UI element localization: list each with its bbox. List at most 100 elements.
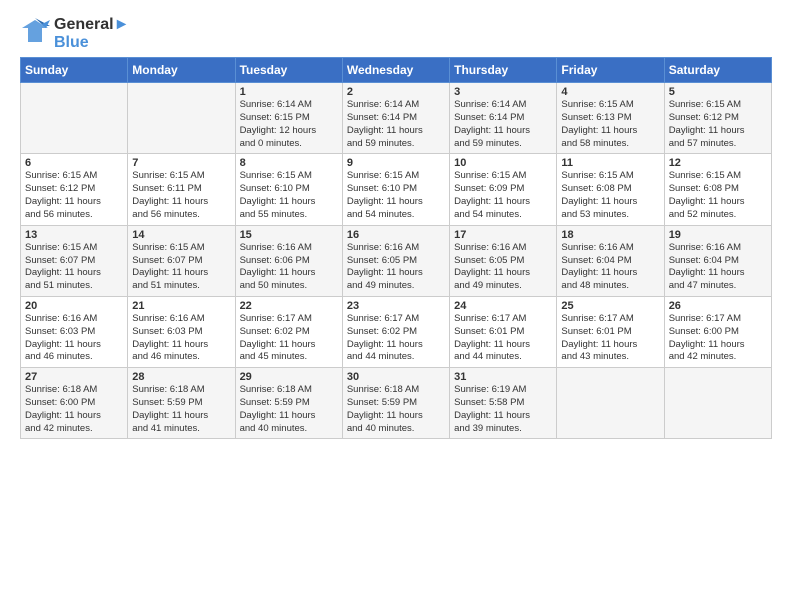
col-header-thursday: Thursday [450, 58, 557, 83]
cell-line: Sunset: 6:10 PM [347, 183, 417, 194]
cell-line: and 53 minutes. [561, 209, 629, 220]
cell-line: Sunrise: 6:19 AM [454, 384, 526, 395]
cell-line: Sunset: 6:02 PM [240, 326, 310, 337]
col-header-tuesday: Tuesday [235, 58, 342, 83]
calendar-cell: 13Sunrise: 6:15 AMSunset: 6:07 PMDayligh… [21, 225, 128, 296]
cell-line: Daylight: 11 hours [240, 267, 316, 278]
cell-line: Sunset: 6:05 PM [454, 255, 524, 266]
logo-bird-icon [20, 16, 50, 51]
calendar-cell: 30Sunrise: 6:18 AMSunset: 5:59 PMDayligh… [342, 368, 449, 439]
cell-line: Sunrise: 6:18 AM [132, 384, 204, 395]
cell-line: Sunset: 6:09 PM [454, 183, 524, 194]
cell-line: Sunset: 6:08 PM [669, 183, 739, 194]
cell-info: Sunrise: 6:15 AM Sunset: 6:08 PM Daylight:… [669, 170, 767, 221]
cell-line: Sunrise: 6:15 AM [561, 99, 633, 110]
day-number: 14 [132, 229, 230, 241]
cell-info: Sunrise: 6:19 AMSunset: 5:58 PMDaylight:… [454, 384, 552, 435]
cell-line: Sunrise: 6:17 AM [454, 313, 526, 324]
cell-line: Sunrise: 6:16 AM [561, 242, 633, 253]
cell-line: Sunrise: 6:14 AM [347, 99, 419, 110]
day-number: 18 [561, 229, 659, 241]
col-header-monday: Monday [128, 58, 235, 83]
calendar-cell [557, 368, 664, 439]
cell-line: Sunrise: 6:15 AM [132, 242, 204, 253]
calendar-cell [128, 83, 235, 154]
calendar-header-row: SundayMondayTuesdayWednesdayThursdayFrid… [21, 58, 772, 83]
cell-line: Daylight: 11 hours [132, 410, 208, 421]
calendar-cell: 31Sunrise: 6:19 AMSunset: 5:58 PMDayligh… [450, 368, 557, 439]
cell-info: Sunrise: 6:16 AMSunset: 6:03 PMDaylight:… [25, 313, 123, 364]
calendar-cell: 20Sunrise: 6:16 AMSunset: 6:03 PMDayligh… [21, 296, 128, 367]
cell-info: Sunrise: 6:15 AMSunset: 6:09 PMDaylight:… [454, 170, 552, 221]
cell-line: Daylight: 11 hours [454, 339, 530, 350]
day-number: 23 [347, 300, 445, 312]
calendar-cell: 22Sunrise: 6:17 AMSunset: 6:02 PMDayligh… [235, 296, 342, 367]
cell-line: Sunset: 6:10 PM [240, 183, 310, 194]
calendar-cell: 18Sunrise: 6:16 AMSunset: 6:04 PMDayligh… [557, 225, 664, 296]
cell-line: Daylight: 11 hours [561, 339, 637, 350]
cell-line: Sunrise: 6:15 AM [347, 170, 419, 181]
cell-line: Daylight: 11 hours [669, 196, 745, 207]
cell-line: Daylight: 11 hours [561, 267, 637, 278]
day-number: 7 [132, 157, 230, 169]
cell-line: Sunset: 5:59 PM [347, 397, 417, 408]
calendar-cell: 4Sunrise: 6:15 AMSunset: 6:13 PMDaylight… [557, 83, 664, 154]
cell-info: Sunrise: 6:18 AMSunset: 5:59 PMDaylight:… [347, 384, 445, 435]
cell-info: Sunrise: 6:15 AMSunset: 6:08 PMDaylight:… [561, 170, 659, 221]
cell-info: Sunrise: 6:15 AMSunset: 6:11 PMDaylight:… [132, 170, 230, 221]
calendar-week-row: 13Sunrise: 6:15 AMSunset: 6:07 PMDayligh… [21, 225, 772, 296]
cell-info: Sunrise: 6:15 AM Sunset: 6:10 PM Daylight:… [240, 170, 338, 221]
cell-line: Daylight: 11 hours [25, 196, 101, 207]
calendar-cell: 26Sunrise: 6:17 AMSunset: 6:00 PMDayligh… [664, 296, 771, 367]
calendar-cell: 6Sunrise: 6:15 AMSunset: 6:12 PMDaylight… [21, 154, 128, 225]
day-number: 3 [454, 86, 552, 98]
cell-line: Sunset: 5:59 PM [132, 397, 202, 408]
calendar-cell: 3Sunrise: 6:14 AMSunset: 6:14 PMDaylight… [450, 83, 557, 154]
cell-line: and 44 minutes. [347, 351, 415, 362]
cell-line: Sunrise: 6:14 AM [454, 99, 526, 110]
calendar-week-row: 1Sunrise: 6:14 AMSunset: 6:15 PMDaylight… [21, 83, 772, 154]
day-number: 31 [454, 371, 552, 383]
cell-info: Sunrise: 6:17 AMSunset: 6:00 PMDaylight:… [669, 313, 767, 364]
day-number: 30 [347, 371, 445, 383]
calendar-cell: 14Sunrise: 6:15 AMSunset: 6:07 PMDayligh… [128, 225, 235, 296]
cell-line: Sunset: 6:05 PM [347, 255, 417, 266]
cell-info: Sunrise: 6:15 AMSunset: 6:07 PMDaylight:… [132, 242, 230, 293]
calendar-cell: 1Sunrise: 6:14 AMSunset: 6:15 PMDaylight… [235, 83, 342, 154]
calendar-cell: 19Sunrise: 6:16 AMSunset: 6:04 PMDayligh… [664, 225, 771, 296]
cell-line: Sunrise: 6:17 AM [240, 313, 312, 324]
cell-line: and 40 minutes. [240, 423, 308, 434]
cell-line: Sunrise: 6:16 AM [240, 242, 312, 253]
calendar-cell [21, 83, 128, 154]
calendar-cell: 15Sunrise: 6:16 AMSunset: 6:06 PMDayligh… [235, 225, 342, 296]
cell-line: Sunrise: 6:15 AM [561, 170, 633, 181]
cell-line: Sunrise: 6:16 AM [25, 313, 97, 324]
calendar-cell: 11Sunrise: 6:15 AMSunset: 6:08 PMDayligh… [557, 154, 664, 225]
cell-info: Sunrise: 6:16 AMSunset: 6:06 PMDaylight:… [240, 242, 338, 293]
cell-line: Daylight: 11 hours [240, 196, 316, 207]
cell-line: Daylight: 11 hours [561, 125, 637, 136]
calendar-cell: 12Sunrise: 6:15 AMSunset: 6:08 PMDayligh… [664, 154, 771, 225]
cell-line: Daylight: 11 hours [25, 267, 101, 278]
cell-line: and 54 minutes. [347, 209, 415, 220]
calendar-cell: 9Sunrise: 6:15 AMSunset: 6:10 PMDaylight… [342, 154, 449, 225]
cell-info: Sunrise: 6:17 AMSunset: 6:01 PMDaylight:… [561, 313, 659, 364]
day-number: 4 [561, 86, 659, 98]
cell-line: and 47 minutes. [669, 280, 737, 291]
cell-line: Sunset: 6:14 PM [454, 112, 524, 123]
cell-line: Sunrise: 6:15 AM [669, 170, 741, 181]
cell-info: Sunrise: 6:18 AM Sunset: 5:59 PM Daylight:… [132, 384, 230, 435]
cell-line: Daylight: 11 hours [132, 196, 208, 207]
day-number: 5 [669, 86, 767, 98]
cell-line: Sunset: 6:07 PM [132, 255, 202, 266]
cell-line: Daylight: 11 hours [347, 196, 423, 207]
cell-info: Sunrise: 6:18 AMSunset: 5:59 PMDaylight:… [240, 384, 338, 435]
cell-info: Sunrise: 6:16 AMSunset: 6:04 PMDaylight:… [669, 242, 767, 293]
cell-line: Sunrise: 6:15 AM [240, 170, 312, 181]
cell-line: and 59 minutes. [454, 138, 522, 149]
cell-info: Sunrise: 6:17 AMSunset: 6:02 PMDaylight:… [347, 313, 445, 364]
cell-info: Sunrise: 6:14 AMSunset: 6:14 PMDaylight:… [454, 99, 552, 150]
cell-line: and 46 minutes. [132, 351, 200, 362]
cell-line: Sunset: 6:00 PM [669, 326, 739, 337]
cell-line: Sunrise: 6:18 AM [240, 384, 312, 395]
